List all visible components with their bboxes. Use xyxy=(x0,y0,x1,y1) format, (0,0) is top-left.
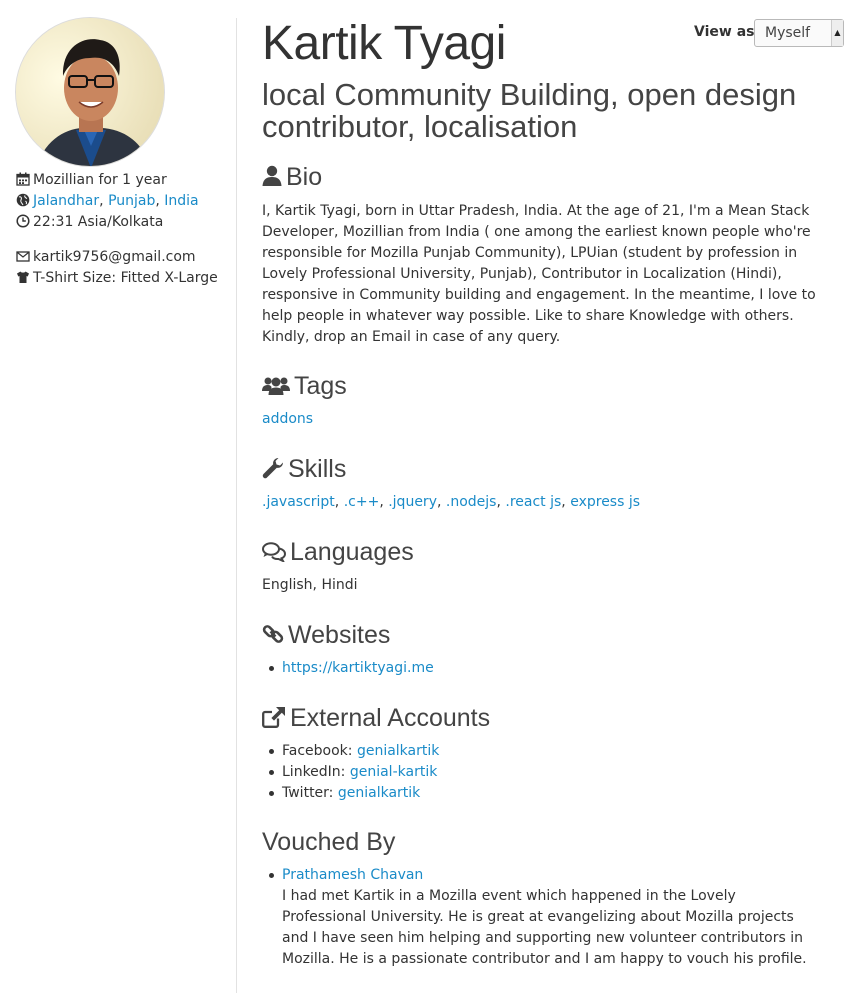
link-icon xyxy=(262,623,284,645)
website-link[interactable]: https://kartiktyagi.me xyxy=(282,660,434,676)
wrench-icon xyxy=(262,457,284,479)
skills-heading: Skills xyxy=(262,454,346,484)
vouched-by-heading: Vouched By xyxy=(262,828,396,856)
list-item: Facebook: genialkartik xyxy=(262,741,822,762)
tshirt-icon xyxy=(16,270,30,284)
skill-link[interactable]: .react js xyxy=(505,494,561,510)
account-link[interactable]: genial-kartik xyxy=(350,764,437,780)
account-link[interactable]: genialkartik xyxy=(338,785,420,801)
avatar-photo xyxy=(16,18,164,166)
skill-link[interactable]: .nodejs xyxy=(446,494,497,510)
tag-link[interactable]: addons xyxy=(262,411,313,427)
account-link[interactable]: genialkartik xyxy=(357,743,439,759)
languages-heading-text: Languages xyxy=(290,538,414,566)
bio-heading-text: Bio xyxy=(286,163,323,191)
email: kartik9756@gmail.com xyxy=(16,247,196,267)
websites-heading: Websites xyxy=(262,620,390,650)
calendar-icon xyxy=(16,172,30,186)
timezone-text: 22:31 Asia/Kolkata xyxy=(33,214,164,230)
globe-icon xyxy=(16,193,30,207)
skill-link[interactable]: .jquery xyxy=(388,494,437,510)
chevron-down-icon: ▲ xyxy=(831,20,843,46)
list-item: Twitter: genialkartik xyxy=(262,783,822,804)
comma: , xyxy=(99,193,109,209)
account-service: Facebook: xyxy=(282,743,353,759)
separator: , xyxy=(436,494,446,510)
profile-title: local Community Building, open design co… xyxy=(262,77,797,144)
users-icon xyxy=(262,376,290,396)
local-time: 22:31 Asia/Kolkata xyxy=(16,212,163,232)
tshirt-size: T-Shirt Size: Fitted X-Large xyxy=(16,268,218,288)
list-item: https://kartiktyagi.me xyxy=(262,658,822,679)
vouched-by-list: Prathamesh Chavan I had met Kartik in a … xyxy=(262,865,822,970)
list-item: LinkedIn: genial-kartik xyxy=(262,762,822,783)
profile-sidebar: Mozillian for 1 year Jalandhar, Punjab, … xyxy=(0,0,236,993)
tags-heading-text: Tags xyxy=(294,372,347,400)
user-icon xyxy=(262,165,282,187)
skill-link[interactable]: express js xyxy=(570,494,640,510)
view-as-label: View as: xyxy=(694,24,761,40)
separator: , xyxy=(379,494,389,510)
comma: , xyxy=(155,193,165,209)
view-as-select[interactable]: Myself ▲ xyxy=(754,19,844,47)
external-accounts-heading: External Accounts xyxy=(262,703,490,733)
location: Jalandhar, Punjab, India xyxy=(16,191,199,211)
languages-text: English, Hindi xyxy=(262,577,358,593)
location-city-link[interactable]: Jalandhar xyxy=(33,193,99,209)
websites-heading-text: Websites xyxy=(288,621,391,649)
bio-text: I, Kartik Tyagi, born in Uttar Pradesh, … xyxy=(262,203,816,345)
tshirt-text: T-Shirt Size: Fitted X-Large xyxy=(33,270,218,286)
voucher-link[interactable]: Prathamesh Chavan xyxy=(282,867,423,883)
bio-heading: Bio xyxy=(262,162,322,192)
external-accounts-list: Facebook: genialkartik LinkedIn: genial-… xyxy=(262,741,822,804)
comments-icon xyxy=(262,542,286,562)
envelope-icon xyxy=(16,249,30,263)
external-link-icon xyxy=(262,706,286,728)
websites-list: https://kartiktyagi.me xyxy=(262,658,822,679)
account-service: Twitter: xyxy=(282,785,334,801)
clock-icon xyxy=(16,214,30,228)
tags-heading: Tags xyxy=(262,371,347,401)
separator: , xyxy=(561,494,571,510)
languages-heading: Languages xyxy=(262,537,414,567)
separator: , xyxy=(334,494,344,510)
email-text: kartik9756@gmail.com xyxy=(33,249,196,265)
avatar xyxy=(15,17,165,167)
mozillian-for-text: Mozillian for 1 year xyxy=(33,172,167,188)
account-service: LinkedIn: xyxy=(282,764,346,780)
view-as-selected: Myself xyxy=(765,25,811,41)
vouch-text: I had met Kartik in a Mozilla event whic… xyxy=(282,888,807,967)
profile-name: Kartik Tyagi xyxy=(262,17,506,70)
skill-link[interactable]: .c++ xyxy=(344,494,380,510)
sidebar-divider xyxy=(236,18,237,993)
skills-list: .javascript, .c++, .jquery, .nodejs, .re… xyxy=(262,492,822,513)
skills-heading-text: Skills xyxy=(288,455,347,483)
mozillian-duration: Mozillian for 1 year xyxy=(16,170,167,190)
list-item: Prathamesh Chavan I had met Kartik in a … xyxy=(262,865,822,970)
tags-list: addons xyxy=(262,409,822,430)
external-accounts-heading-text: External Accounts xyxy=(290,704,491,732)
location-region-link[interactable]: Punjab xyxy=(108,193,155,209)
skill-link[interactable]: .javascript xyxy=(262,494,335,510)
location-country-link[interactable]: India xyxy=(164,193,198,209)
